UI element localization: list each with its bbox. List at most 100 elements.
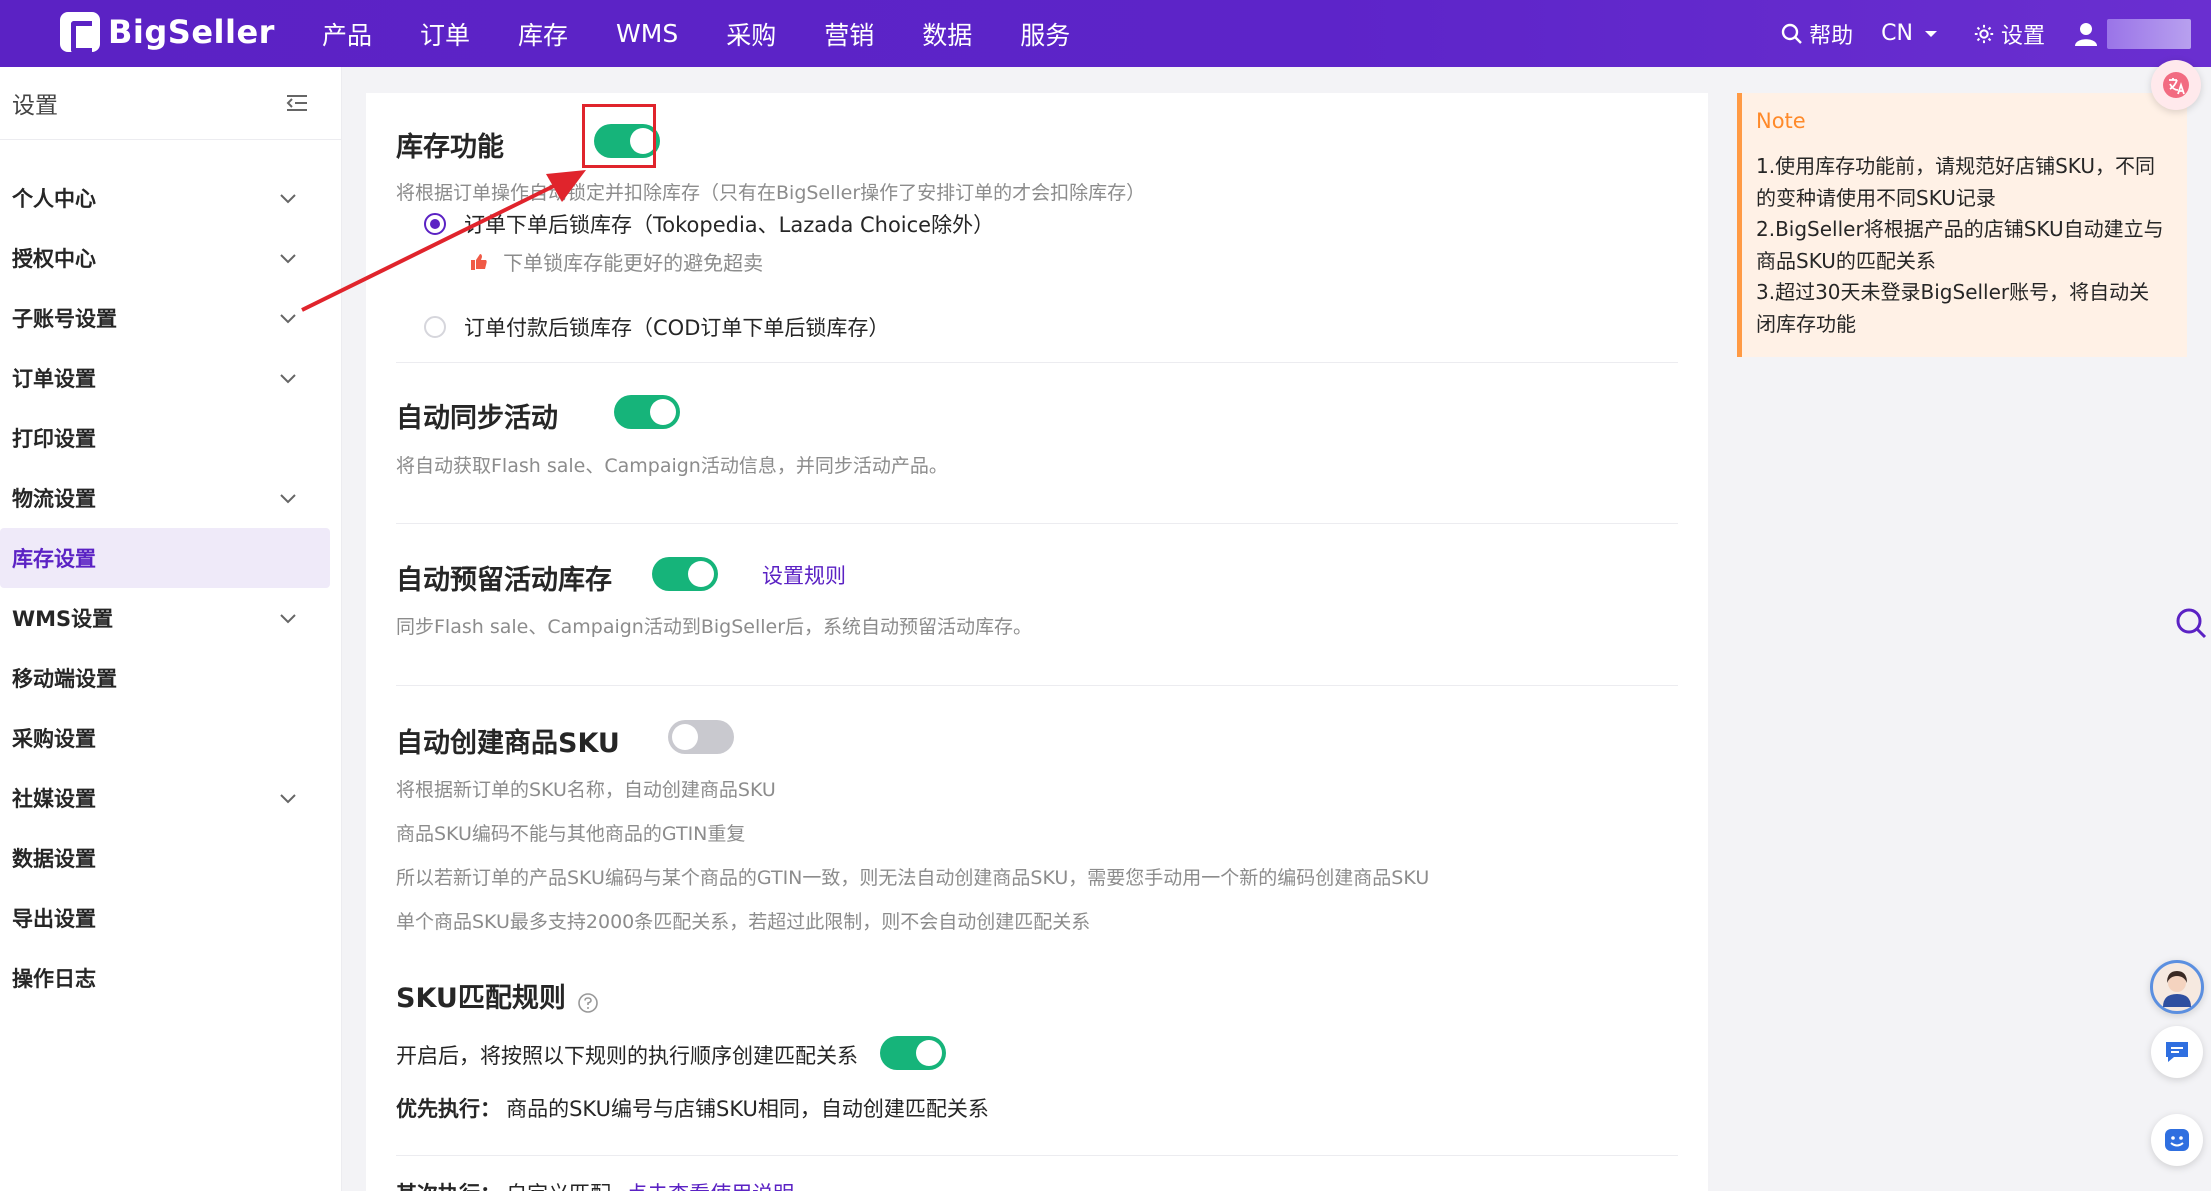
- priority-text: 商品的SKU编号与店铺SKU相同，自动创建匹配关系: [506, 1097, 989, 1121]
- sidebar-item-label: 导出设置: [12, 907, 96, 931]
- sidebar-item-label: 数据设置: [12, 847, 96, 871]
- auto-sync-title: 自动同步活动: [396, 403, 558, 434]
- auto-reserve-title: 自动预留活动库存: [396, 565, 612, 596]
- note-line: 闭库存功能: [1756, 311, 1856, 336]
- help-button[interactable]: 帮助: [1781, 18, 1853, 50]
- nav-inventory[interactable]: 库存: [518, 16, 568, 52]
- sidebar-item-wms[interactable]: WMS设置: [0, 588, 329, 648]
- note-line: 2.BigSeller将根据产品的店铺SKU自动建立与: [1756, 217, 2164, 241]
- secondary-text: 自定义匹配: [506, 1182, 611, 1191]
- priority-label: 优先执行：: [396, 1097, 501, 1121]
- language-selector[interactable]: CN: [1881, 21, 1945, 46]
- sidebar-item-inventory[interactable]: 库存设置: [0, 528, 330, 588]
- secondary-rule-row: 其次执行： 自定义匹配 点击查看使用说明: [396, 1178, 794, 1191]
- inventory-function-title: 库存功能: [396, 132, 504, 163]
- note-line: 3.超过30天未登录BigSeller账号，将自动关: [1756, 280, 2150, 304]
- auto-create-sku-line: 将根据新订单的SKU名称，自动创建商品SKU: [396, 779, 776, 801]
- sidebar-item-orders[interactable]: 订单设置: [0, 348, 329, 408]
- set-rules-link[interactable]: 设置规则: [762, 560, 846, 590]
- sidebar-item-personal-center[interactable]: 个人中心: [0, 168, 329, 228]
- priority-rule-row: 优先执行： 商品的SKU编号与店铺SKU相同，自动创建匹配关系: [396, 1093, 1678, 1156]
- sidebar-item-oplog[interactable]: 操作日志: [0, 948, 329, 1008]
- sidebar-item-label: 打印设置: [12, 427, 96, 451]
- note-line: 商品SKU的匹配关系: [1756, 248, 1936, 273]
- auto-sync-desc: 将自动获取Flash sale、Campaign活动信息，并同步活动产品。: [396, 455, 948, 477]
- collapse-menu-icon[interactable]: [285, 93, 309, 113]
- top-right-tools: 帮助 CN 设置: [1781, 0, 2211, 67]
- help-circle-icon[interactable]: [577, 992, 599, 1014]
- sidebar-menu: 个人中心 授权中心 子账号设置 订单设置 打印设置 物流设置 库存设置 WMS设…: [0, 140, 341, 1008]
- customer-service-avatar[interactable]: [2150, 960, 2204, 1014]
- sidebar-item-label: 移动端设置: [12, 667, 117, 691]
- sidebar-title: 设置: [12, 93, 58, 119]
- sidebar-item-label: 社媒设置: [12, 787, 96, 811]
- chevron-down-icon: [280, 313, 296, 323]
- logo-mark-icon: [60, 12, 100, 53]
- nav-products[interactable]: 产品: [322, 16, 372, 52]
- nav-wms[interactable]: WMS: [616, 19, 678, 48]
- settings-button[interactable]: 设置: [1973, 18, 2045, 50]
- sidebar-item-label: 操作日志: [12, 967, 96, 991]
- user-icon[interactable]: [2073, 21, 2099, 47]
- chevron-down-icon: [280, 193, 296, 203]
- search-float-icon[interactable]: [2174, 606, 2208, 640]
- sku-match-toggle[interactable]: [880, 1036, 946, 1070]
- nav-orders[interactable]: 订单: [420, 16, 470, 52]
- sidebar-item-purchase[interactable]: 采购设置: [0, 708, 329, 768]
- help-label: 帮助: [1809, 23, 1854, 49]
- sidebar-item-export[interactable]: 导出设置: [0, 888, 329, 948]
- sidebar-item-social[interactable]: 社媒设置: [0, 768, 329, 828]
- note-line: 1.使用库存功能前，请规范好店铺SKU，不同: [1756, 154, 2155, 178]
- smile-icon: [2165, 1129, 2189, 1151]
- annotation-highlight-box: [582, 104, 656, 168]
- secondary-label: 其次执行：: [396, 1182, 501, 1191]
- auto-reserve-toggle[interactable]: [652, 557, 718, 591]
- sidebar-item-label: 订单设置: [12, 367, 96, 391]
- chevron-down-icon: [280, 493, 296, 503]
- sidebar-item-label: 子账号设置: [12, 307, 117, 331]
- auto-create-sku-section: 自动创建商品SKU 将根据新订单的SKU名称，自动创建商品SKU 商品SKU编码…: [396, 686, 1678, 1046]
- sidebar-item-data[interactable]: 数据设置: [0, 828, 329, 888]
- auto-create-sku-line: 所以若新订单的产品SKU编码与某个商品的GTIN一致，则无法自动创建商品SKU，…: [396, 867, 1430, 889]
- usage-guide-link[interactable]: 点击查看使用说明: [626, 1182, 794, 1191]
- nav-marketing[interactable]: 营销: [824, 16, 874, 52]
- chevron-down-icon: [280, 373, 296, 383]
- auto-sync-toggle[interactable]: [614, 395, 680, 429]
- note-panel: Note 1.使用库存功能前，请规范好店铺SKU，不同 的变种请使用不同SKU记…: [1737, 93, 2187, 357]
- auto-reserve-desc: 同步Flash sale、Campaign活动到BigSeller后，系统自动预…: [396, 616, 1033, 638]
- sidebar-item-label: 个人中心: [12, 187, 96, 211]
- note-line: 的变种请使用不同SKU记录: [1756, 185, 1996, 210]
- sidebar-header: 设置: [0, 67, 341, 140]
- translate-float-button[interactable]: [2151, 60, 2201, 110]
- nav-services[interactable]: 服务: [1020, 16, 1070, 52]
- auto-reserve-section: 自动预留活动库存 设置规则 同步Flash sale、Campaign活动到Bi…: [396, 524, 1678, 686]
- sku-match-title: SKU匹配规则: [396, 983, 566, 1014]
- username-redacted[interactable]: [2107, 18, 2191, 49]
- language-label: CN: [1881, 21, 1913, 46]
- auto-create-sku-title: 自动创建商品SKU: [396, 728, 620, 759]
- sidebar-item-authorization[interactable]: 授权中心: [0, 228, 329, 288]
- sidebar-item-label: 库存设置: [12, 547, 96, 571]
- nav-data[interactable]: 数据: [922, 16, 972, 52]
- smile-float-button[interactable]: [2151, 1114, 2203, 1166]
- sidebar-item-logistics[interactable]: 物流设置: [0, 468, 329, 528]
- sidebar-item-subaccount[interactable]: 子账号设置: [0, 288, 329, 348]
- top-navbar: BigSeller 产品 订单 库存 WMS 采购 营销 数据 服务 帮助 CN…: [0, 0, 2211, 67]
- logo-text: BigSeller: [108, 13, 275, 51]
- search-icon: [1781, 23, 1802, 44]
- main-nav: 产品 订单 库存 WMS 采购 营销 数据 服务: [322, 0, 1118, 67]
- sidebar-item-label: 物流设置: [12, 487, 96, 511]
- caret-down-icon: [1924, 30, 1937, 37]
- auto-create-sku-toggle[interactable]: [668, 720, 734, 754]
- sidebar-item-print[interactable]: 打印设置: [0, 408, 329, 468]
- agent-avatar-icon: [2163, 971, 2191, 1007]
- sidebar-item-mobile[interactable]: 移动端设置: [0, 648, 329, 708]
- auto-sync-section: 自动同步活动 将自动获取Flash sale、Campaign活动信息，并同步活…: [396, 363, 1678, 524]
- settings-label: 设置: [2000, 23, 2045, 49]
- chat-float-button[interactable]: [2151, 1026, 2203, 1078]
- sidebar-item-label: 采购设置: [12, 727, 96, 751]
- nav-purchase[interactable]: 采购: [726, 16, 776, 52]
- bigseller-logo[interactable]: BigSeller: [60, 12, 275, 53]
- chevron-down-icon: [280, 253, 296, 263]
- translate-icon: [2163, 72, 2189, 98]
